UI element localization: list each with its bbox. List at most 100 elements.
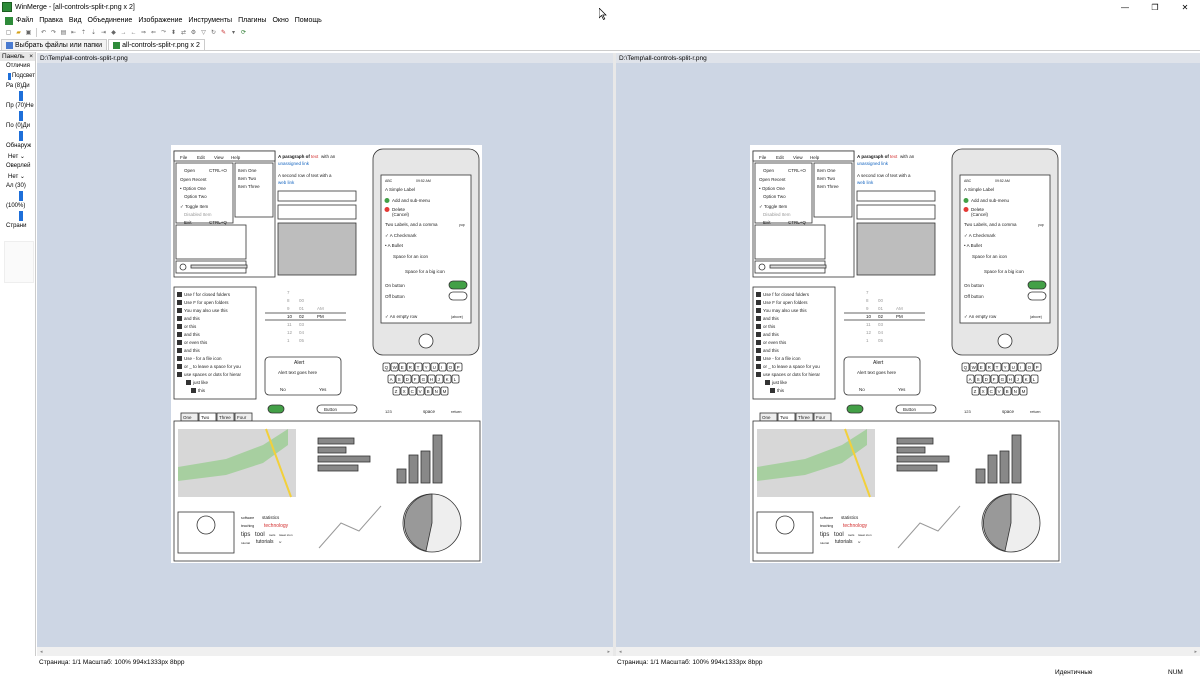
menu-merge[interactable]: Объединение: [88, 17, 133, 24]
panel-option-label: Обнаруж: [6, 143, 32, 149]
current-diff-icon[interactable]: ◆: [109, 28, 118, 37]
new-icon[interactable]: ▢: [4, 28, 13, 37]
merge-icon[interactable]: ⤳: [159, 28, 168, 37]
panel-slider[interactable]: [0, 191, 35, 201]
options-icon[interactable]: ⚙: [189, 28, 198, 37]
document-menu-icon[interactable]: [5, 16, 13, 25]
panel-close-button[interactable]: ×: [29, 53, 33, 60]
horizontal-bar: [317, 446, 347, 454]
dropdown-icon[interactable]: ▾: [229, 28, 238, 37]
panel-slider[interactable]: [0, 131, 35, 141]
reload-icon[interactable]: ⟳: [239, 28, 248, 37]
scroll-left-icon[interactable]: ◂: [40, 649, 43, 655]
swap-icon[interactable]: ⇄: [179, 28, 188, 37]
left-horizontal-scrollbar[interactable]: ◂ ▸: [37, 647, 613, 656]
last-diff-icon[interactable]: ⇥: [99, 28, 108, 37]
save-icon[interactable]: ▣: [24, 28, 33, 37]
keyboard-key-label: W: [393, 365, 398, 370]
panel-slider[interactable]: [0, 91, 35, 101]
pane-splitter[interactable]: [613, 53, 616, 656]
input-field: [277, 190, 357, 202]
menu-file[interactable]: Файл: [16, 17, 33, 24]
menu-image[interactable]: Изображение: [138, 17, 182, 24]
alert-yes-button: Yes: [319, 387, 327, 392]
scroll-right-icon[interactable]: ▸: [607, 649, 610, 655]
slider-thumb[interactable]: [19, 211, 23, 221]
panel-option-row: Страни: [0, 221, 35, 231]
phone-home-button: [997, 333, 1013, 349]
next-diff-icon[interactable]: ⇣: [89, 28, 98, 37]
slider-thumb[interactable]: [19, 191, 23, 201]
menu-window[interactable]: Окно: [272, 17, 288, 24]
panel-option-row[interactable]: Нет ⌄: [0, 151, 35, 161]
video-progress: [190, 264, 248, 269]
print-icon[interactable]: ▤: [59, 28, 68, 37]
slider-thumb[interactable]: [19, 131, 23, 141]
submenu-label: Item Two: [817, 176, 836, 181]
menu-view[interactable]: Вид: [69, 17, 82, 24]
tree-item-label: and this: [184, 332, 201, 337]
compare-icon[interactable]: ⬍: [169, 28, 178, 37]
panel-option-row[interactable]: Нет ⌄: [0, 171, 35, 181]
phone-row-label: Two Labels, and a comma: [385, 222, 438, 227]
word-cloud-word: tips: [820, 532, 829, 538]
tree-item-icon: [770, 388, 775, 393]
panel-slider[interactable]: [0, 111, 35, 121]
minimize-button[interactable]: —: [1110, 0, 1140, 14]
picker-ampm: AM: [317, 306, 324, 311]
panel-slider[interactable]: [0, 211, 35, 221]
tree-item-icon: [756, 372, 761, 377]
open-folder-icon[interactable]: ▰: [14, 28, 23, 37]
menu-help[interactable]: Помощь: [295, 17, 322, 24]
key-return-label: return: [451, 409, 461, 414]
paragraph-highlight: text: [311, 154, 319, 159]
filter-icon[interactable]: ▽: [199, 28, 208, 37]
menu-tools[interactable]: Инструменты: [188, 17, 232, 24]
redo-icon[interactable]: ↷: [49, 28, 58, 37]
tree-item-label: Use F for open folders: [184, 300, 229, 305]
slider-thumb[interactable]: [19, 91, 23, 101]
vertical-bar: [396, 468, 407, 484]
copy-left-icon[interactable]: ←: [129, 28, 138, 37]
key-numbers-label: 123: [964, 409, 971, 414]
first-diff-icon[interactable]: ⇤: [69, 28, 78, 37]
tab-select-files[interactable]: Выбрать файлы или папки: [1, 39, 108, 50]
word-cloud-word: statistics: [841, 515, 859, 520]
prev-diff-icon[interactable]: ⇡: [79, 28, 88, 37]
paragraph-highlight: text: [890, 154, 898, 159]
edit-icon[interactable]: ✎: [219, 28, 228, 37]
undo-icon[interactable]: ↶: [39, 28, 48, 37]
tree-item-label: You may also use this: [763, 308, 807, 313]
delete-icon: [384, 207, 390, 212]
folder-compare-icon: [6, 41, 13, 49]
panel-preview-thumbnail[interactable]: [4, 241, 34, 283]
menu-plugins[interactable]: Плагины: [238, 17, 266, 24]
right-horizontal-scrollbar[interactable]: ◂ ▸: [616, 647, 1200, 656]
menu-edit[interactable]: Правка: [39, 17, 63, 24]
panel-checkbox-row[interactable]: Подсвет: [0, 71, 35, 81]
scroll-left-icon[interactable]: ◂: [619, 649, 622, 655]
checkbox-checked-icon[interactable]: [8, 72, 11, 80]
tree-item-label: just like: [771, 380, 788, 385]
menu-shortcut-label: CTRL+Q: [209, 220, 227, 225]
copy-all-right-icon[interactable]: ⇒: [139, 28, 148, 37]
keyboard-key-label: I: [441, 365, 442, 370]
slider-thumb[interactable]: [19, 111, 23, 121]
keyboard-key-label: H: [1009, 377, 1012, 382]
keyboard-key-label: A: [390, 377, 393, 382]
scroll-right-icon[interactable]: ▸: [1194, 649, 1197, 655]
copy-all-left-icon[interactable]: ⇐: [149, 28, 158, 37]
panel-option-label: Страни: [6, 223, 27, 229]
right-file-path: D:\Temp\all-controls-split-r.png: [619, 54, 707, 62]
tab-label: One: [762, 415, 771, 420]
tree-item-icon: [756, 364, 761, 369]
off-toggle: [1027, 291, 1047, 301]
close-window-button[interactable]: ✕: [1170, 0, 1200, 14]
restore-button[interactable]: ❐: [1140, 0, 1170, 14]
submenu-label: Item One: [817, 168, 836, 173]
video-area: [754, 224, 826, 260]
copy-right-icon[interactable]: →: [119, 28, 128, 37]
refresh-icon[interactable]: ↻: [209, 28, 218, 37]
panel-option-label: Отличия: [6, 63, 30, 69]
tab-image-compare[interactable]: all-controls-split-r.png x 2: [108, 39, 205, 50]
